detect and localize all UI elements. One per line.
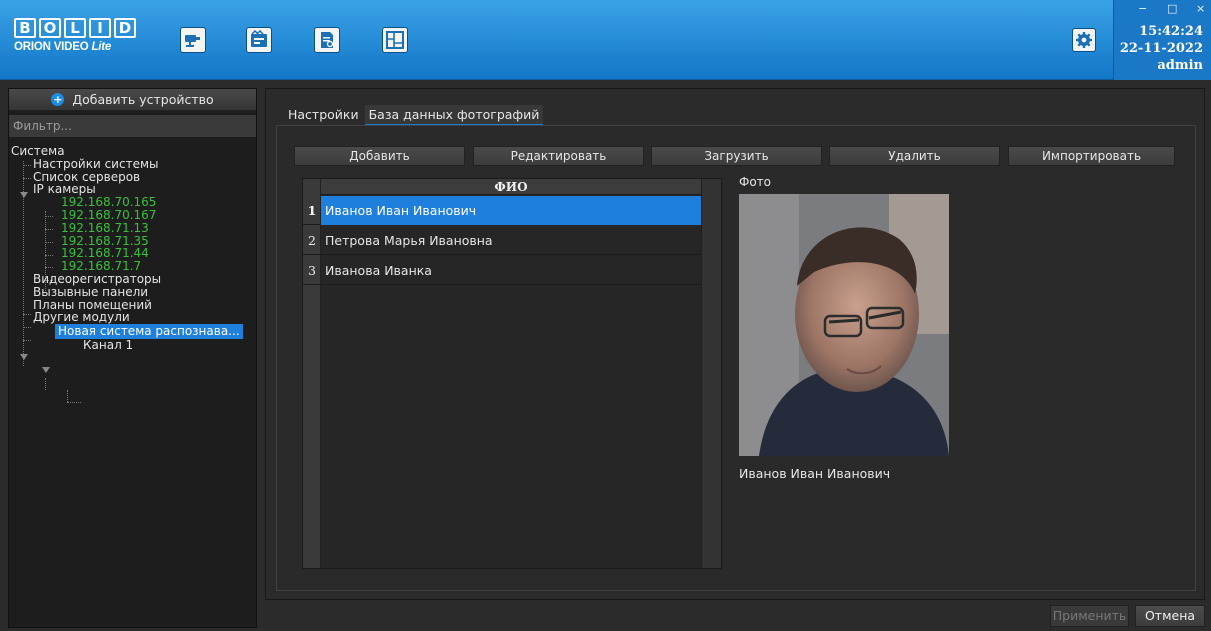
delete-button[interactable]: Удалить <box>829 146 1000 166</box>
row-name: Петрова Марья Ивановна <box>325 233 493 248</box>
logo-letter: B <box>14 18 36 38</box>
tree-item-channel[interactable]: Канал 1 <box>9 339 256 352</box>
camera-button[interactable] <box>180 27 206 53</box>
floor-plan-icon <box>386 31 404 49</box>
person-photo <box>739 194 949 456</box>
device-tree: Система Настройки системы Список серверо… <box>9 145 256 403</box>
logo-letter: L <box>64 18 86 38</box>
add-button[interactable]: Добавить <box>294 146 465 166</box>
logo-letter: O <box>39 18 61 38</box>
tree-item-recognition-system[interactable]: Новая система распознава... <box>9 324 256 340</box>
clock-time: 15:42:24 <box>1139 24 1203 39</box>
status-panel: − □ × 15:42:24 22-11-2022 admin <box>1113 0 1211 80</box>
tree-item-other-modules[interactable]: Другие модули <box>9 311 256 324</box>
bolid-logo: B O L I D ORION VIDEO Lite <box>14 18 154 62</box>
photo-caption: Иванов Иван Иванович <box>739 466 891 481</box>
app-header: B O L I D ORION VIDEO Lite − □ × 15:42:2… <box>0 0 1211 80</box>
report-button[interactable] <box>314 27 340 53</box>
video-archive-button[interactable] <box>246 27 272 53</box>
expand-triangle-icon[interactable] <box>20 354 28 360</box>
close-button[interactable]: × <box>1196 2 1205 15</box>
cancel-button[interactable]: Отмена <box>1135 605 1205 627</box>
floor-plan-button[interactable] <box>382 27 408 53</box>
report-icon <box>321 32 334 48</box>
row-name: Иванова Иванка <box>325 263 432 278</box>
edit-button[interactable]: Редактировать <box>473 146 644 166</box>
minimize-button[interactable]: − <box>1138 2 1147 15</box>
photo-database-panel: Добавить Редактировать Загрузить Удалить… <box>276 125 1196 591</box>
device-sidebar: + Добавить устройство Система Настройки … <box>8 88 257 628</box>
main-content: Настройки База данных фотографий Добавит… <box>265 88 1205 600</box>
photo-label: Фото <box>739 175 772 189</box>
settings-button[interactable] <box>1072 28 1096 52</box>
row-number: 3 <box>308 263 316 278</box>
row-number: 2 <box>308 233 316 248</box>
gear-icon <box>1076 32 1092 48</box>
expand-triangle-icon[interactable] <box>42 367 50 373</box>
logo-letter: D <box>114 18 136 38</box>
current-user: admin <box>1157 58 1203 73</box>
plus-icon: + <box>51 93 65 106</box>
apply-button[interactable]: Применить <box>1050 605 1129 627</box>
tab-photo-database[interactable]: База данных фотографий <box>364 105 544 126</box>
table-row[interactable]: 2 Петрова Марья Ивановна <box>303 226 701 255</box>
filter-input[interactable] <box>9 115 256 137</box>
add-device-label: Добавить устройство <box>72 92 214 107</box>
camera-icon <box>185 35 200 47</box>
video-archive-icon <box>251 30 267 47</box>
tab-settings[interactable]: Настройки <box>284 105 363 126</box>
table-row[interactable]: 1 Иванов Иван Иванович <box>303 196 701 225</box>
table-row[interactable]: 3 Иванова Иванка <box>303 256 701 285</box>
row-name: Иванов Иван Иванович <box>321 196 701 225</box>
import-button[interactable]: Импортировать <box>1008 146 1175 166</box>
add-device-button[interactable]: + Добавить устройство <box>9 89 256 111</box>
column-header-fio[interactable]: ФИО <box>321 179 701 195</box>
row-number: 1 <box>307 203 317 218</box>
person-photo-image <box>739 194 949 456</box>
persons-table: ФИО 1 Иванов Иван Иванович 2 Петрова Мар… <box>302 178 722 569</box>
tab-bar: Настройки База данных фотографий <box>284 105 544 126</box>
logo-letter: I <box>89 18 111 38</box>
logo-subtitle: ORION VIDEO Lite <box>14 41 112 53</box>
maximize-button[interactable]: □ <box>1167 2 1177 15</box>
clock-date: 22-11-2022 <box>1119 41 1203 56</box>
vertical-scrollbar[interactable] <box>701 179 721 568</box>
upload-button[interactable]: Загрузить <box>651 146 822 166</box>
